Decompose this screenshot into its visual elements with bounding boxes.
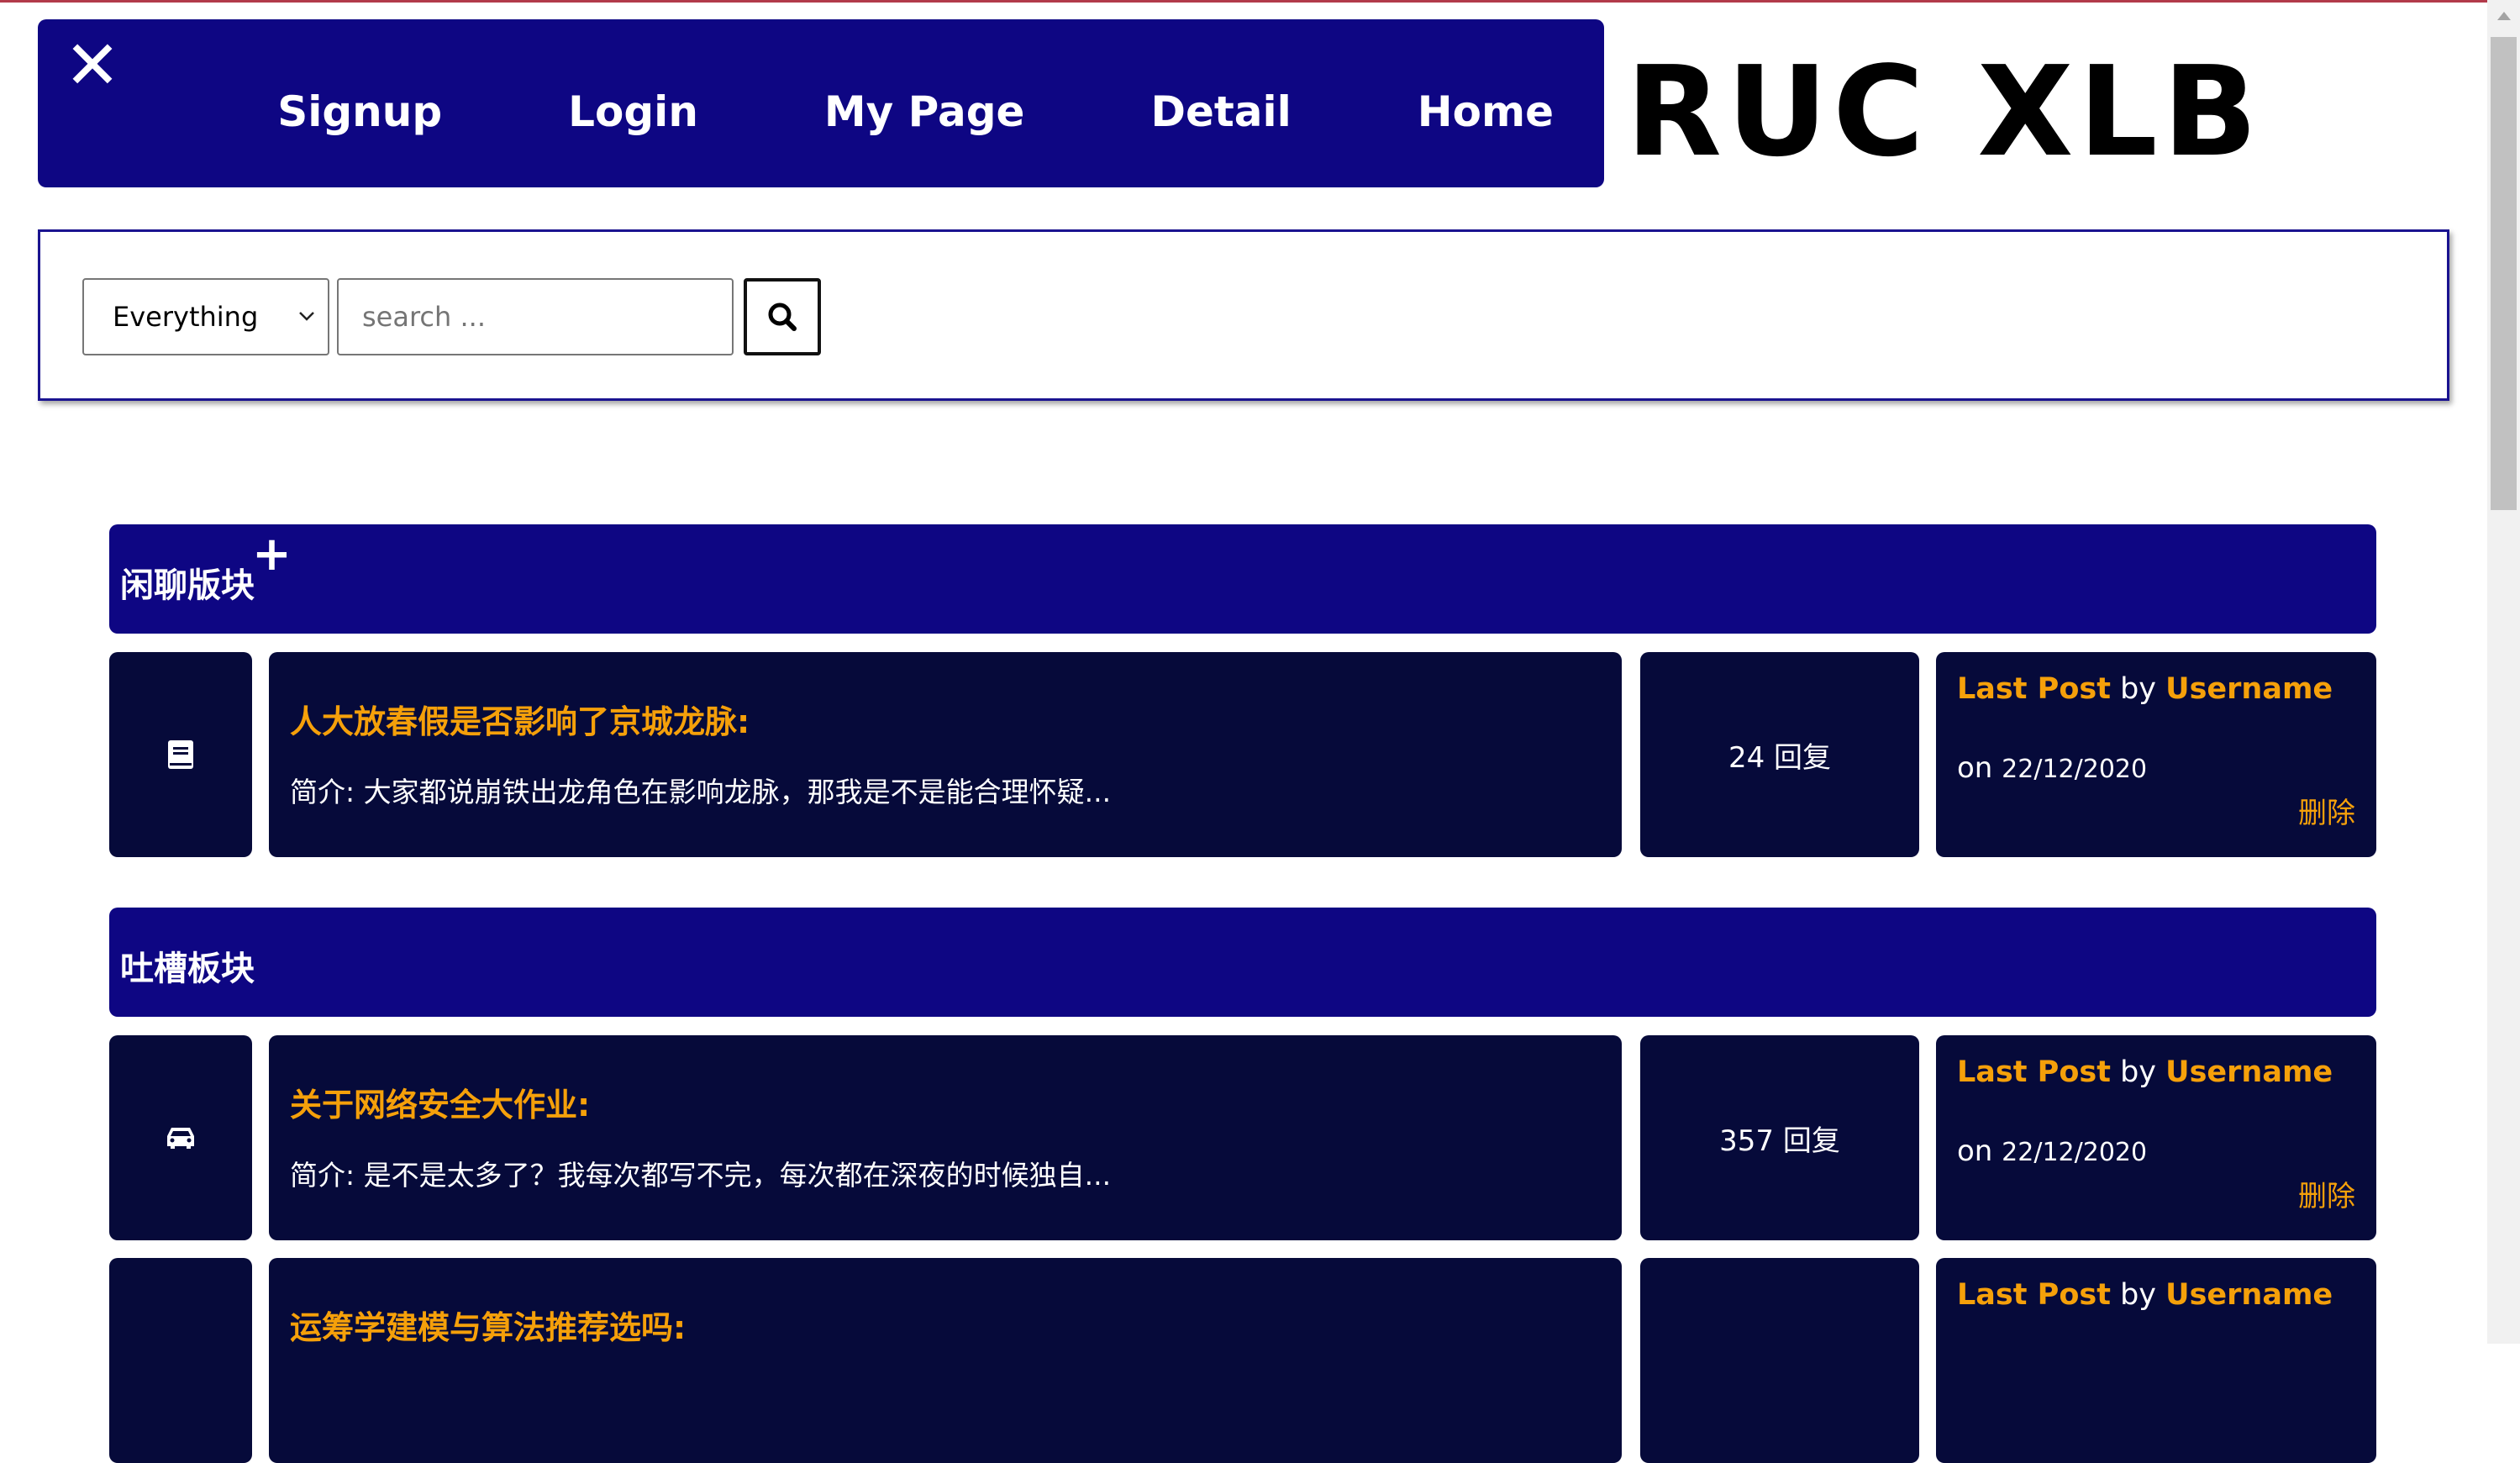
nav-detail[interactable]: Detail bbox=[1150, 87, 1291, 136]
thread-replies-cell: 357 回复 bbox=[1640, 1035, 1919, 1240]
car-icon bbox=[167, 1128, 194, 1149]
navbar: ✕ Signup Login My Page Detail Home bbox=[38, 19, 1604, 187]
thread-replies-cell: 24 回复 bbox=[1640, 652, 1919, 857]
section-header-chat: 闲聊版块 + bbox=[109, 524, 2376, 634]
last-post-on: on bbox=[1957, 751, 1993, 785]
last-post-link[interactable]: Last Post bbox=[1957, 1055, 2111, 1089]
thread-summary: 简介: 大家都说崩铁出龙角色在影响龙脉，那我是不是能合理怀疑... bbox=[290, 776, 1112, 808]
thread-title-link[interactable]: 运筹学建模与算法推荐选吗: bbox=[290, 1302, 686, 1348]
thread-icon-cell bbox=[109, 652, 252, 857]
last-post-date: 22/12/2020 bbox=[2002, 755, 2148, 784]
reply-count: 357 回复 bbox=[1719, 1124, 1840, 1158]
last-post-date: 22/12/2020 bbox=[2002, 1138, 2148, 1167]
reply-count: 24 回复 bbox=[1728, 740, 1832, 775]
thread-row: 运筹学建模与算法推荐选吗: Last Post by Username bbox=[109, 1258, 2376, 1463]
search-category-select[interactable]: Everything bbox=[82, 278, 329, 355]
last-post-line: Last Post by Username bbox=[1957, 672, 2333, 706]
last-post-line: Last Post by Username bbox=[1957, 1278, 2333, 1312]
section-header-complaints: 吐槽板块 bbox=[109, 908, 2376, 1017]
vertical-scrollbar[interactable] bbox=[2487, 0, 2520, 1344]
delete-button[interactable]: 删除 bbox=[2298, 1173, 2355, 1214]
chevron-down-icon bbox=[297, 280, 316, 383]
thread-icon-cell bbox=[109, 1258, 252, 1463]
last-post-link[interactable]: Last Post bbox=[1957, 672, 2111, 706]
thread-replies-cell bbox=[1640, 1258, 1919, 1463]
thread-main-cell: 人大放春假是否影响了京城龙脉: 简介: 大家都说崩铁出龙角色在影响龙脉，那我是不… bbox=[269, 652, 1622, 857]
thread-row: 人大放春假是否影响了京城龙脉: 简介: 大家都说崩铁出龙角色在影响龙脉，那我是不… bbox=[109, 652, 2376, 857]
last-post-link[interactable]: Last Post bbox=[1957, 1278, 2111, 1312]
search-panel: Everything bbox=[38, 229, 2449, 401]
search-button[interactable] bbox=[744, 278, 821, 355]
thread-main-cell: 运筹学建模与算法推荐选吗: bbox=[269, 1258, 1622, 1463]
thread-icon-cell bbox=[109, 1035, 252, 1240]
add-thread-button[interactable]: + bbox=[252, 531, 292, 578]
site-logo: RUC XLB bbox=[1626, 39, 2263, 184]
last-post-cell: Last Post by Username bbox=[1936, 1258, 2376, 1463]
thread-title-link[interactable]: 人大放春假是否影响了京城龙脉: bbox=[290, 696, 750, 742]
nav-links: Signup Login My Page Detail Home bbox=[277, 70, 1554, 154]
last-post-by: by bbox=[2120, 1055, 2157, 1089]
scrollbar-thumb[interactable] bbox=[2491, 37, 2517, 510]
last-post-by: by bbox=[2120, 672, 2157, 706]
last-post-cell: Last Post by Username on 22/12/2020 删除 bbox=[1936, 1035, 2376, 1240]
page: ✕ Signup Login My Page Detail Home RUC X… bbox=[0, 3, 2487, 1463]
last-post-cell: Last Post by Username on 22/12/2020 删除 bbox=[1936, 652, 2376, 857]
book-icon bbox=[168, 740, 193, 769]
section-title: 吐槽板块 bbox=[120, 950, 255, 988]
last-post-by: by bbox=[2120, 1278, 2157, 1312]
last-post-date-line: on 22/12/2020 bbox=[1957, 1134, 2147, 1168]
thread-summary: 简介: 是不是太多了？我每次都写不完，每次都在深夜的时候独自... bbox=[290, 1159, 1112, 1192]
nav-my-page[interactable]: My Page bbox=[824, 87, 1025, 136]
thread-title-link[interactable]: 关于网络安全大作业: bbox=[290, 1079, 590, 1125]
nav-signup[interactable]: Signup bbox=[277, 87, 442, 136]
close-icon[interactable]: ✕ bbox=[55, 28, 130, 103]
nav-login[interactable]: Login bbox=[568, 87, 698, 136]
last-post-line: Last Post by Username bbox=[1957, 1055, 2333, 1089]
search-category-value: Everything bbox=[113, 301, 259, 333]
last-post-username[interactable]: Username bbox=[2165, 672, 2333, 706]
section-title: 闲聊版块 bbox=[120, 566, 255, 605]
last-post-on: on bbox=[1957, 1134, 1993, 1168]
thread-main-cell: 关于网络安全大作业: 简介: 是不是太多了？我每次都写不完，每次都在深夜的时候独… bbox=[269, 1035, 1622, 1240]
last-post-username[interactable]: Username bbox=[2165, 1055, 2333, 1089]
last-post-date-line: on 22/12/2020 bbox=[1957, 751, 2147, 785]
thread-row: 关于网络安全大作业: 简介: 是不是太多了？我每次都写不完，每次都在深夜的时候独… bbox=[109, 1035, 2376, 1240]
last-post-username[interactable]: Username bbox=[2165, 1278, 2333, 1312]
search-icon bbox=[768, 303, 797, 331]
search-input[interactable] bbox=[337, 278, 734, 355]
scroll-up-arrow-icon[interactable] bbox=[2497, 12, 2511, 20]
nav-home[interactable]: Home bbox=[1418, 87, 1554, 136]
delete-button[interactable]: 删除 bbox=[2298, 790, 2355, 831]
